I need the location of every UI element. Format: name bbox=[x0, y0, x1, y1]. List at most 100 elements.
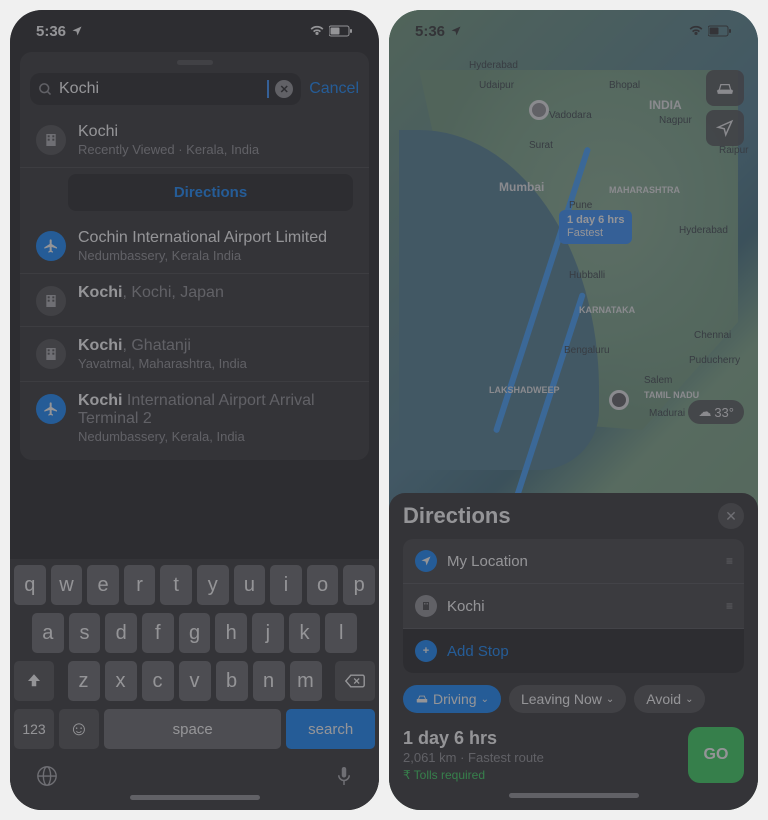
phone-left-search: 5:36 Kochi ✕ Cancel KochiRecently Viewed… bbox=[10, 10, 379, 810]
key-b[interactable]: b bbox=[216, 661, 248, 701]
car-icon bbox=[415, 693, 429, 705]
search-result[interactable]: Kochi, GhatanjiYavatmal, Maharashtra, In… bbox=[20, 327, 369, 382]
search-input-value[interactable]: Kochi bbox=[59, 80, 261, 98]
key-s[interactable]: s bbox=[69, 613, 101, 653]
location-services-icon bbox=[69, 25, 85, 37]
sheet-title: Directions bbox=[403, 503, 511, 529]
search-result[interactable]: Kochi, Kochi, Japan bbox=[20, 274, 369, 327]
key-a[interactable]: a bbox=[32, 613, 64, 653]
clear-search-button[interactable]: ✕ bbox=[275, 80, 293, 98]
route-summary: 1 day 6 hrs 2,061 km · Fastest route ₹To… bbox=[403, 727, 744, 783]
search-results: KochiRecently Viewed · Kerala, India Dire… bbox=[20, 111, 369, 456]
close-sheet-button[interactable]: ✕ bbox=[718, 503, 744, 529]
key-o[interactable]: o bbox=[307, 565, 339, 605]
chevron-down-icon: ⌄ bbox=[606, 694, 614, 705]
key-e[interactable]: e bbox=[87, 565, 119, 605]
space-key[interactable]: space bbox=[104, 709, 281, 749]
cloud-icon: ☁ bbox=[698, 404, 711, 420]
drag-handle-icon[interactable]: ≡ bbox=[726, 599, 732, 613]
emoji-key[interactable]: ☺ bbox=[59, 709, 99, 749]
building-icon bbox=[36, 286, 66, 316]
my-location-icon bbox=[415, 550, 437, 572]
keyboard: qwertyuiop asdfghjkl zxcvbnm 123 ☺ space… bbox=[10, 559, 379, 810]
search-icon bbox=[38, 82, 53, 97]
stop-my-location[interactable]: My Location ≡ bbox=[403, 539, 744, 584]
key-q[interactable]: q bbox=[14, 565, 46, 605]
add-stop-row[interactable]: + Add Stop bbox=[403, 629, 744, 673]
search-key[interactable]: search bbox=[286, 709, 375, 749]
drag-handle-icon[interactable]: ≡ bbox=[726, 554, 732, 568]
stops-list: My Location ≡ Kochi ≡ + Add Stop bbox=[403, 539, 744, 673]
summary-distance: 2,061 km · Fastest route bbox=[403, 750, 544, 765]
key-t[interactable]: t bbox=[160, 565, 192, 605]
key-u[interactable]: u bbox=[234, 565, 266, 605]
key-y[interactable]: y bbox=[197, 565, 229, 605]
search-result[interactable]: Cochin International Airport LimitedNedu… bbox=[20, 219, 369, 274]
key-x[interactable]: x bbox=[105, 661, 137, 701]
key-w[interactable]: w bbox=[51, 565, 83, 605]
status-bar: 5:36 bbox=[389, 10, 758, 52]
weather-pill[interactable]: ☁33° bbox=[688, 400, 744, 424]
wifi-icon bbox=[309, 25, 325, 37]
stop-destination[interactable]: Kochi ≡ bbox=[403, 584, 744, 629]
avoid-chip[interactable]: Avoid⌄ bbox=[634, 685, 705, 713]
key-r[interactable]: r bbox=[124, 565, 156, 605]
directions-button[interactable]: Directions bbox=[68, 174, 353, 211]
map-controls bbox=[706, 70, 744, 150]
cancel-button[interactable]: Cancel bbox=[309, 80, 359, 98]
home-indicator[interactable] bbox=[509, 793, 639, 798]
search-field[interactable]: Kochi ✕ bbox=[30, 73, 301, 105]
key-v[interactable]: v bbox=[179, 661, 211, 701]
status-bar: 5:36 bbox=[10, 10, 379, 52]
status-time: 5:36 bbox=[36, 23, 66, 40]
add-icon: + bbox=[415, 640, 437, 662]
destination-pin[interactable] bbox=[609, 390, 629, 410]
sheet-grabber[interactable] bbox=[177, 60, 213, 65]
phone-right-directions: Hyderabad Udaipur Bhopal INDIA Vadodara … bbox=[389, 10, 758, 810]
toll-icon: ₹ bbox=[403, 768, 411, 782]
battery-icon bbox=[329, 25, 353, 37]
destination-icon bbox=[415, 595, 437, 617]
key-i[interactable]: i bbox=[270, 565, 302, 605]
key-n[interactable]: n bbox=[253, 661, 285, 701]
key-j[interactable]: j bbox=[252, 613, 284, 653]
departure-chip[interactable]: Leaving Now⌄ bbox=[509, 685, 626, 713]
directions-sheet: Directions ✕ My Location ≡ Kochi ≡ + Add… bbox=[389, 493, 758, 810]
chevron-down-icon: ⌄ bbox=[481, 694, 489, 705]
origin-pin[interactable] bbox=[529, 100, 549, 120]
search-result[interactable]: Kochi International Airport Arrival Term… bbox=[20, 382, 369, 454]
dictation-key[interactable] bbox=[335, 765, 353, 787]
key-m[interactable]: m bbox=[290, 661, 322, 701]
key-c[interactable]: c bbox=[142, 661, 174, 701]
battery-icon bbox=[708, 25, 732, 37]
backspace-key[interactable] bbox=[335, 661, 375, 701]
shift-key[interactable] bbox=[14, 661, 54, 701]
key-d[interactable]: d bbox=[105, 613, 137, 653]
numeric-key[interactable]: 123 bbox=[14, 709, 54, 749]
chevron-down-icon: ⌄ bbox=[685, 694, 693, 705]
locate-me-button[interactable] bbox=[706, 110, 744, 146]
route-eta-bubble[interactable]: 1 day 6 hrsFastest bbox=[559, 210, 632, 244]
key-k[interactable]: k bbox=[289, 613, 321, 653]
building-icon bbox=[36, 339, 66, 369]
search-card: Kochi ✕ Cancel KochiRecently Viewed · Ke… bbox=[20, 52, 369, 460]
status-time: 5:36 bbox=[415, 23, 445, 40]
plane-icon bbox=[36, 394, 66, 424]
home-indicator[interactable] bbox=[130, 795, 260, 800]
go-button[interactable]: GO bbox=[688, 727, 744, 783]
summary-tolls: ₹Tolls required bbox=[403, 768, 544, 782]
globe-key[interactable] bbox=[36, 765, 58, 787]
route-options: Driving⌄ Leaving Now⌄ Avoid⌄ bbox=[403, 685, 744, 713]
key-h[interactable]: h bbox=[215, 613, 247, 653]
key-p[interactable]: p bbox=[343, 565, 375, 605]
key-z[interactable]: z bbox=[68, 661, 100, 701]
key-g[interactable]: g bbox=[179, 613, 211, 653]
transport-mode-chip[interactable]: Driving⌄ bbox=[403, 685, 501, 713]
driving-mode-button[interactable] bbox=[706, 70, 744, 106]
key-f[interactable]: f bbox=[142, 613, 174, 653]
summary-duration: 1 day 6 hrs bbox=[403, 728, 544, 749]
wifi-icon bbox=[688, 25, 704, 37]
key-l[interactable]: l bbox=[325, 613, 357, 653]
search-result[interactable]: KochiRecently Viewed · Kerala, India bbox=[20, 113, 369, 168]
plane-icon bbox=[36, 231, 66, 261]
